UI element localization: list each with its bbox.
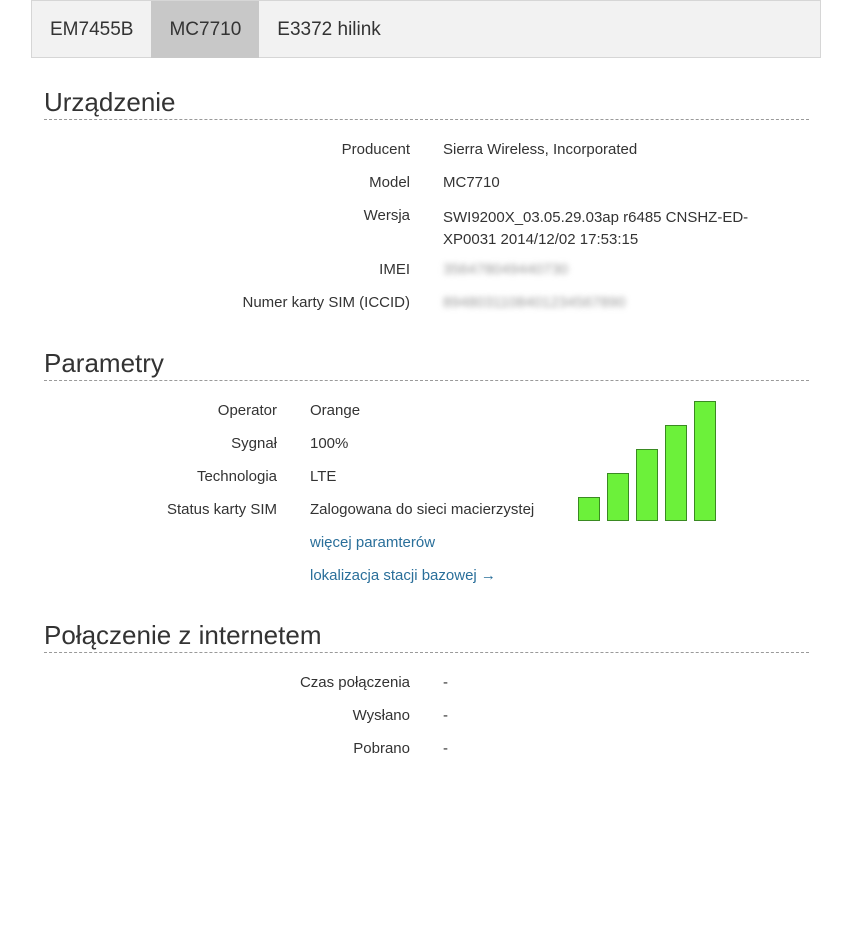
technology-value: LTE xyxy=(310,468,337,485)
version-label: Wersja xyxy=(363,207,410,224)
tab-em7455b[interactable]: EM7455B xyxy=(32,1,151,58)
version-value-line2: XP0031 2014/12/02 17:53:15 xyxy=(443,231,639,248)
received-value: - xyxy=(443,740,448,757)
iccid-label: Numer karty SIM (ICCID) xyxy=(242,294,410,311)
more-params-link[interactable]: więcej paramterów xyxy=(310,534,435,551)
operator-label: Operator xyxy=(217,402,277,419)
modem-tabs: EM7455B MC7710 E3372 hilink xyxy=(31,0,821,58)
operator-value: Orange xyxy=(310,402,361,419)
version-value-line1: SWI9200X_03.05.29.03ap r6485 CNSHZ-ED- xyxy=(443,209,749,226)
model-label: Model xyxy=(369,174,410,191)
imei-value: 356478049440730 xyxy=(443,261,569,278)
technology-label: Technologia xyxy=(196,468,277,485)
signal-bar-3 xyxy=(636,449,658,521)
signal-strength-icon xyxy=(578,401,718,521)
tab-mc7710[interactable]: MC7710 xyxy=(151,1,260,58)
imei-label: IMEI xyxy=(379,261,410,278)
producent-value: Sierra Wireless, Incorporated xyxy=(443,141,638,158)
signal-bar-1 xyxy=(578,497,600,521)
sent-value: - xyxy=(443,707,448,724)
model-value: MC7710 xyxy=(443,174,500,191)
received-label: Pobrano xyxy=(353,740,410,757)
iccid-value: 8948031108401234567890 xyxy=(443,294,626,311)
sent-label: Wysłano xyxy=(352,707,410,724)
tab-e3372-hilink[interactable]: E3372 hilink xyxy=(259,1,399,58)
connection-time-label: Czas połączenia xyxy=(299,674,410,691)
signal-bar-4 xyxy=(665,425,687,521)
connection-time-value: - xyxy=(443,674,448,691)
connection-section-title: Połączenie z internetem xyxy=(44,620,809,653)
signal-value: 100% xyxy=(310,435,349,452)
sim-status-label: Status karty SIM xyxy=(166,501,277,518)
signal-bar-2 xyxy=(607,473,629,521)
device-section-title: Urządzenie xyxy=(44,87,809,120)
params-section-title: Parametry xyxy=(44,348,809,381)
sim-status-value: Zalogowana do sieci macierzystej xyxy=(310,501,535,518)
version-value: SWI9200X_03.05.29.03ap r6485 CNSHZ-ED- X… xyxy=(443,207,748,251)
signal-label: Sygnał xyxy=(231,435,277,452)
bts-location-link[interactable]: lokalizacja stacji bazowej → xyxy=(310,567,496,584)
signal-bar-5 xyxy=(694,401,716,521)
producent-label: Producent xyxy=(341,141,410,158)
